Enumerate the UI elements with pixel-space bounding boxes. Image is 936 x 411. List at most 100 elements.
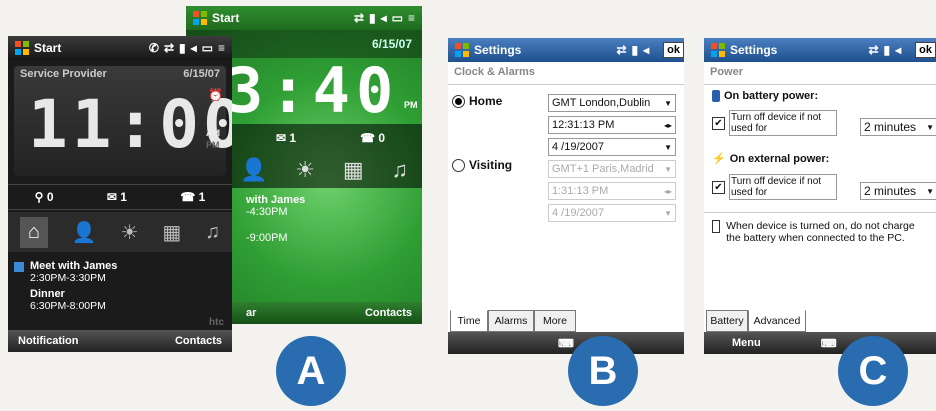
tab-battery[interactable]: Battery <box>706 310 748 332</box>
notification-row: ⚲ 0 ✉ 1 ☎ 1 <box>8 184 232 210</box>
signal-icon: ▮ <box>179 41 189 55</box>
windows-start-icon[interactable] <box>710 42 726 58</box>
people-icon[interactable]: 👤 <box>240 157 267 183</box>
weather-icon[interactable]: ☀ <box>295 157 315 183</box>
nocharge-row[interactable]: When device is turned on, do not charge … <box>712 220 932 244</box>
title-label[interactable]: Start <box>34 41 61 55</box>
title-bar: Settings ⇄ ▮ ◂ ok <box>448 38 684 62</box>
phone-status-icon: ✆ <box>148 41 162 55</box>
nocharge-checkbox[interactable] <box>712 220 721 233</box>
softkey-bar: Notification Contacts <box>8 330 232 352</box>
visiting-radio[interactable] <box>452 158 465 172</box>
appointment-time: 2:30PM-3:30PM <box>30 272 106 284</box>
title-label[interactable]: Settings <box>730 43 777 57</box>
messages-item[interactable]: ✉ 1 <box>276 131 296 145</box>
clock-display[interactable]: 3:40 <box>226 58 422 124</box>
windows-start-icon[interactable] <box>14 40 30 56</box>
spinner-icon[interactable]: ◂▸ <box>664 187 672 196</box>
label-badge-b: B <box>568 336 638 406</box>
music-icon[interactable]: ♫ <box>205 221 220 244</box>
visit-timezone-select[interactable]: GMT+1 Paris,Madrid ▼ <box>548 160 676 178</box>
keyboard-icon[interactable]: ⌨ <box>821 337 837 350</box>
people-icon[interactable]: 👤 <box>72 220 97 245</box>
volume-icon: ◂ <box>380 11 390 25</box>
ok-button[interactable]: ok <box>915 42 936 58</box>
ok-button[interactable]: ok <box>663 42 684 58</box>
title-bar: Settings ⇄ ▮ ◂ ok <box>704 38 936 62</box>
programs-icon[interactable]: ▦ <box>343 157 364 183</box>
calls-item[interactable]: ☎ 1 <box>180 190 205 204</box>
tab-time[interactable]: Time <box>450 310 488 332</box>
windows-start-icon[interactable] <box>192 10 208 26</box>
appointment-list: with James -4:30PM -9:00PM <box>246 194 305 244</box>
phone-icon: ☎ <box>180 190 196 204</box>
tab-advanced[interactable]: Advanced <box>748 310 806 332</box>
external-turnoff-row[interactable]: ✔ Turn off device if not used for <box>712 174 837 200</box>
voicemail-icon: ⚲ <box>34 190 44 204</box>
appointment-title[interactable]: with James <box>246 194 305 206</box>
title-bar: Start ⇄ ▮ ◂ ▭ ≡ <box>186 6 422 30</box>
softkey-bar: ⌨ <box>448 332 684 354</box>
visit-time-field[interactable]: 1:31:13 PM ◂▸ <box>548 182 676 200</box>
home-icon[interactable]: ⌂ <box>19 216 48 248</box>
divider <box>704 84 936 85</box>
tab-more[interactable]: More <box>534 310 576 332</box>
title-label[interactable]: Start <box>212 11 239 25</box>
softkey-menu[interactable]: Menu <box>732 337 761 349</box>
calls-item[interactable]: ☎ 0 <box>360 131 385 145</box>
home-time-field[interactable]: 12:31:13 PM ◂▸ <box>548 116 676 134</box>
dropdown-arrow-icon: ▼ <box>664 208 672 218</box>
title-label[interactable]: Settings <box>474 43 521 57</box>
battery-turnoff-label: Turn off device if not used for <box>729 110 837 136</box>
softkey-contacts[interactable]: Contacts <box>365 307 412 319</box>
softkey-left[interactable]: ar <box>246 307 256 319</box>
title-bar: Start ✆ ⇄ ▮ ◂ ▭ ≡ <box>8 36 232 60</box>
softkey-notification[interactable]: Notification <box>18 335 79 347</box>
external-turnoff-checkbox[interactable]: ✔ <box>712 180 725 194</box>
phone-b-screen: Settings ⇄ ▮ ◂ ok Clock & Alarms Home GM… <box>448 38 684 354</box>
appointment-item[interactable]: Meet with James 2:30PM-3:30PM Dinner 6:3… <box>14 260 232 312</box>
battery-turnoff-checkbox[interactable]: ✔ <box>712 116 725 130</box>
dinner-time: -9:00PM <box>246 232 288 244</box>
visit-date-select[interactable]: 4 /19/2007 ▼ <box>548 204 676 222</box>
provider-row: Service Provider 6/15/07 <box>14 66 226 84</box>
appointment-time-2: 6:30PM-8:00PM <box>30 300 106 312</box>
appointment-title: Meet with James <box>30 260 118 272</box>
am-label: AM <box>206 128 220 138</box>
battery-heading-row: On battery power: <box>712 90 818 102</box>
divider <box>448 84 684 85</box>
voicemail-item[interactable]: ⚲ 0 <box>35 190 54 204</box>
menu-icon: ≡ <box>217 41 228 55</box>
weather-icon[interactable]: ☀ <box>121 220 139 245</box>
home-radio-row[interactable]: Home <box>452 94 502 108</box>
dropdown-arrow-icon: ▼ <box>926 186 934 196</box>
keyboard-icon[interactable]: ⌨ <box>558 337 574 350</box>
clock-panel[interactable]: Service Provider 6/15/07 11:00 AM PM ⏰ <box>14 66 232 176</box>
messages-item[interactable]: ✉ 1 <box>107 190 127 204</box>
softkey-contacts[interactable]: Contacts <box>175 335 222 347</box>
sync-icon: ⇄ <box>353 11 367 25</box>
dropdown-arrow-icon: ▼ <box>664 98 672 108</box>
divider <box>704 212 936 213</box>
battery-timeout-select[interactable]: 2 minutes ▼ <box>860 118 936 136</box>
digital-clock: 11:00 <box>28 86 232 163</box>
music-icon[interactable]: ♫ <box>392 157 409 183</box>
battery-turnoff-row[interactable]: ✔ Turn off device if not used for <box>712 110 837 136</box>
home-timezone-select[interactable]: GMT London,Dublin ▼ <box>548 94 676 112</box>
section-header: Clock & Alarms <box>454 66 535 78</box>
windows-start-icon[interactable] <box>454 42 470 58</box>
tab-alarms[interactable]: Alarms <box>488 310 534 332</box>
provider-name: Service Provider <box>20 68 107 80</box>
external-timeout-select[interactable]: 2 minutes ▼ <box>860 182 936 200</box>
sync-icon: ⇄ <box>616 43 630 57</box>
calendar-icon <box>14 262 24 272</box>
volume-icon: ◂ <box>643 43 653 57</box>
home-radio[interactable] <box>452 94 465 108</box>
spinner-icon[interactable]: ◂▸ <box>664 121 672 130</box>
visiting-radio-row[interactable]: Visiting <box>452 158 512 172</box>
dropdown-arrow-icon: ▼ <box>926 122 934 132</box>
date-label: 6/15/07 <box>183 68 220 80</box>
programs-icon[interactable]: ▦ <box>162 220 181 245</box>
dropdown-arrow-icon: ▼ <box>664 142 672 152</box>
home-date-select[interactable]: 4 /19/2007 ▼ <box>548 138 676 156</box>
